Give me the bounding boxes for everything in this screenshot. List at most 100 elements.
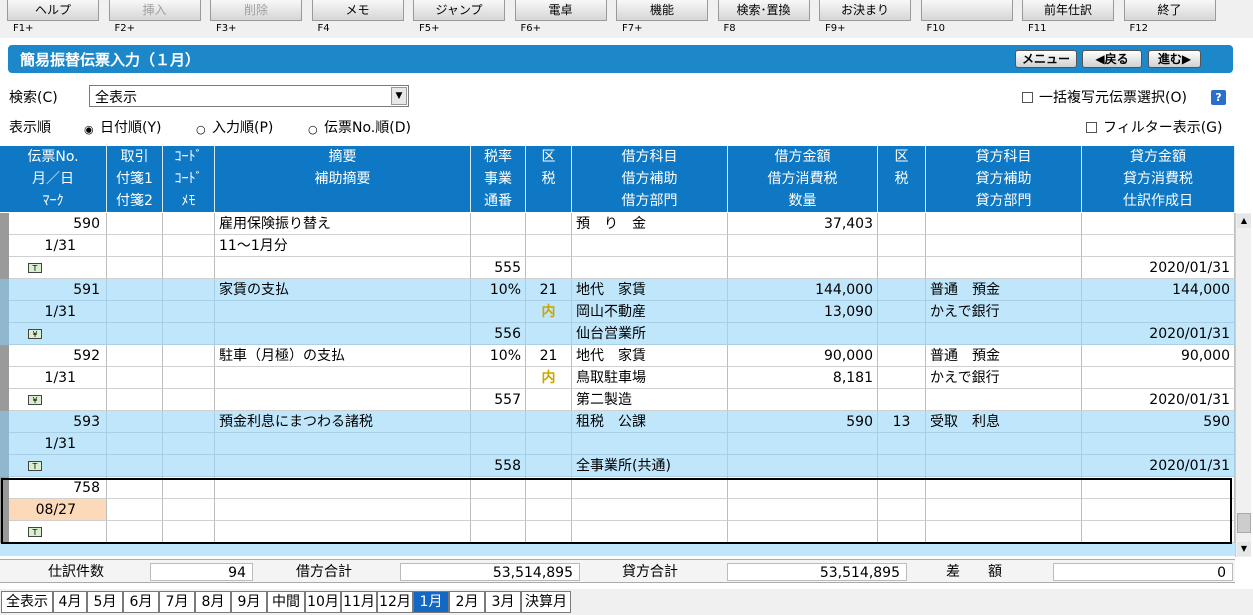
cell-credit-account[interactable] — [926, 235, 1082, 257]
order-radio-date[interactable]: ◉ 日付順(Y) — [84, 117, 161, 137]
cell-credit-tax-class[interactable] — [878, 389, 926, 411]
fkey-help-button[interactable]: ヘルプ — [7, 0, 99, 21]
menu-button[interactable]: メニュー — [1015, 50, 1077, 68]
fkey-jump-button[interactable]: ジャンプ — [413, 0, 505, 21]
cell-tag[interactable] — [107, 279, 163, 301]
cell-slip-no[interactable]: ¥ — [0, 323, 107, 345]
cell-tax-class[interactable] — [526, 235, 572, 257]
cell-summary[interactable] — [215, 477, 471, 499]
cell-credit-amount[interactable]: 2020/01/31 — [1082, 455, 1235, 477]
cell-credit-amount[interactable] — [1082, 499, 1235, 521]
order-radio-slipno[interactable]: ○ 伝票No.順(D) — [308, 117, 411, 137]
cell-debit-account[interactable]: 鳥取駐車場 — [572, 367, 728, 389]
journal-row[interactable]: 1/31 11～1月分 — [0, 235, 1235, 257]
cell-tag[interactable] — [107, 455, 163, 477]
cell-tax-class[interactable] — [526, 499, 572, 521]
cell-credit-amount[interactable] — [1082, 521, 1235, 543]
cell-credit-tax-class[interactable]: 13 — [878, 411, 926, 433]
t-mark-icon[interactable]: T — [28, 527, 42, 537]
cell-credit-amount[interactable]: 144,000 — [1082, 279, 1235, 301]
cell-credit-account[interactable] — [926, 521, 1082, 543]
cell-code[interactable] — [163, 235, 215, 257]
journal-row[interactable]: T 555 2020/01/31 — [0, 257, 1235, 279]
fkey-search-replace-button[interactable]: 検索･置換 — [717, 0, 810, 21]
journal-row[interactable]: ¥557 第二製造 2020/01/31 — [0, 389, 1235, 411]
cell-tag[interactable] — [107, 521, 163, 543]
cell-credit-account[interactable]: 普通 預金 — [926, 279, 1082, 301]
fkey-blank-button[interactable] — [920, 0, 1013, 21]
journal-row[interactable]: 1/31 内鳥取駐車場 8,181 かえで銀行 — [0, 367, 1235, 389]
journal-row[interactable]: 593 預金利息にまつわる諸税 租税 公課 590 13 受取 利息 590 — [0, 411, 1235, 433]
cell-tax-rate[interactable]: 10% — [471, 279, 526, 301]
cell-debit-account[interactable] — [572, 477, 728, 499]
cell-slip-no[interactable]: 758 — [0, 477, 107, 499]
cell-tax-rate[interactable]: 10% — [471, 345, 526, 367]
cell-tag[interactable] — [107, 213, 163, 235]
cell-debit-account[interactable] — [572, 499, 728, 521]
cell-tag[interactable] — [107, 477, 163, 499]
fkey-delete-button[interactable]: 削除 — [210, 0, 302, 21]
cell-code[interactable] — [163, 279, 215, 301]
cell-code[interactable] — [163, 389, 215, 411]
cell-debit-account[interactable] — [572, 235, 728, 257]
cell-debit-account[interactable]: 第二製造 — [572, 389, 728, 411]
tab-month[interactable]: 6月 — [123, 591, 159, 613]
journal-row[interactable]: 758 — [0, 477, 1235, 499]
cell-credit-account[interactable]: かえで銀行 — [926, 367, 1082, 389]
cell-credit-amount[interactable]: 90,000 — [1082, 345, 1235, 367]
cell-credit-account[interactable] — [926, 213, 1082, 235]
cell-tax-class[interactable] — [526, 213, 572, 235]
forward-button[interactable]: 進む▶ — [1148, 50, 1201, 68]
cell-tag[interactable] — [107, 345, 163, 367]
bulk-copy-checkbox[interactable]: 一括複写元伝票選択(O) — [1022, 87, 1187, 107]
cell-debit-account[interactable]: 地代 家賃 — [572, 345, 728, 367]
cell-tax-class[interactable]: 21 — [526, 345, 572, 367]
fkey-function-button[interactable]: 機能 — [616, 0, 708, 21]
cell-tag[interactable] — [107, 367, 163, 389]
cell-tag[interactable] — [107, 411, 163, 433]
tab-month[interactable]: 全表示 — [1, 591, 53, 613]
search-select[interactable]: 全表示 ▼ — [89, 85, 409, 107]
journal-row[interactable]: ¥556 仙台営業所 2020/01/31 — [0, 323, 1235, 345]
cell-tag[interactable] — [107, 323, 163, 345]
cell-debit-account[interactable] — [572, 433, 728, 455]
cell-tax-rate[interactable]: 555 — [471, 257, 526, 279]
cell-summary[interactable]: 11～1月分 — [215, 235, 471, 257]
cell-code[interactable] — [163, 499, 215, 521]
cell-summary[interactable] — [215, 257, 471, 279]
cell-code[interactable] — [163, 521, 215, 543]
journal-row[interactable]: 1/31 内岡山不動産 13,090 かえで銀行 — [0, 301, 1235, 323]
cell-tax-class[interactable] — [526, 433, 572, 455]
cell-credit-amount[interactable]: 590 — [1082, 411, 1235, 433]
cell-debit-amount[interactable] — [728, 433, 878, 455]
cell-debit-account[interactable] — [572, 521, 728, 543]
cell-summary[interactable]: 家賃の支払 — [215, 279, 471, 301]
cell-slip-no[interactable]: 1/31 — [0, 301, 107, 323]
cell-credit-tax-class[interactable] — [878, 235, 926, 257]
cell-summary[interactable] — [215, 521, 471, 543]
cell-tax-class[interactable] — [526, 411, 572, 433]
tab-month[interactable]: 4月 — [53, 591, 87, 613]
fkey-template-button[interactable]: お決まり — [819, 0, 911, 21]
cell-slip-no[interactable]: 1/31 — [0, 433, 107, 455]
tab-month[interactable]: 中間 — [267, 591, 305, 613]
cell-tax-rate[interactable] — [471, 477, 526, 499]
cell-debit-amount[interactable] — [728, 521, 878, 543]
fkey-memo-button[interactable]: メモ — [311, 0, 404, 21]
cell-tax-rate[interactable] — [471, 499, 526, 521]
cell-tax-rate[interactable] — [471, 235, 526, 257]
fkey-prior-year-button[interactable]: 前年仕訳 — [1022, 0, 1114, 21]
cell-tax-class[interactable]: 内 — [526, 301, 572, 323]
cell-slip-no[interactable]: 1/31 — [0, 367, 107, 389]
tab-month[interactable]: 12月 — [377, 591, 413, 613]
cell-summary[interactable]: 預金利息にまつわる諸税 — [215, 411, 471, 433]
tab-month[interactable]: 2月 — [449, 591, 485, 613]
cell-tax-class[interactable]: 21 — [526, 279, 572, 301]
cell-debit-amount[interactable]: 90,000 — [728, 345, 878, 367]
cell-credit-tax-class[interactable] — [878, 521, 926, 543]
cell-debit-amount[interactable]: 13,090 — [728, 301, 878, 323]
tab-month[interactable]: 3月 — [485, 591, 521, 613]
fkey-calculator-button[interactable]: 電卓 — [514, 0, 607, 21]
cell-credit-tax-class[interactable] — [878, 301, 926, 323]
cell-slip-no[interactable]: T — [0, 455, 107, 477]
